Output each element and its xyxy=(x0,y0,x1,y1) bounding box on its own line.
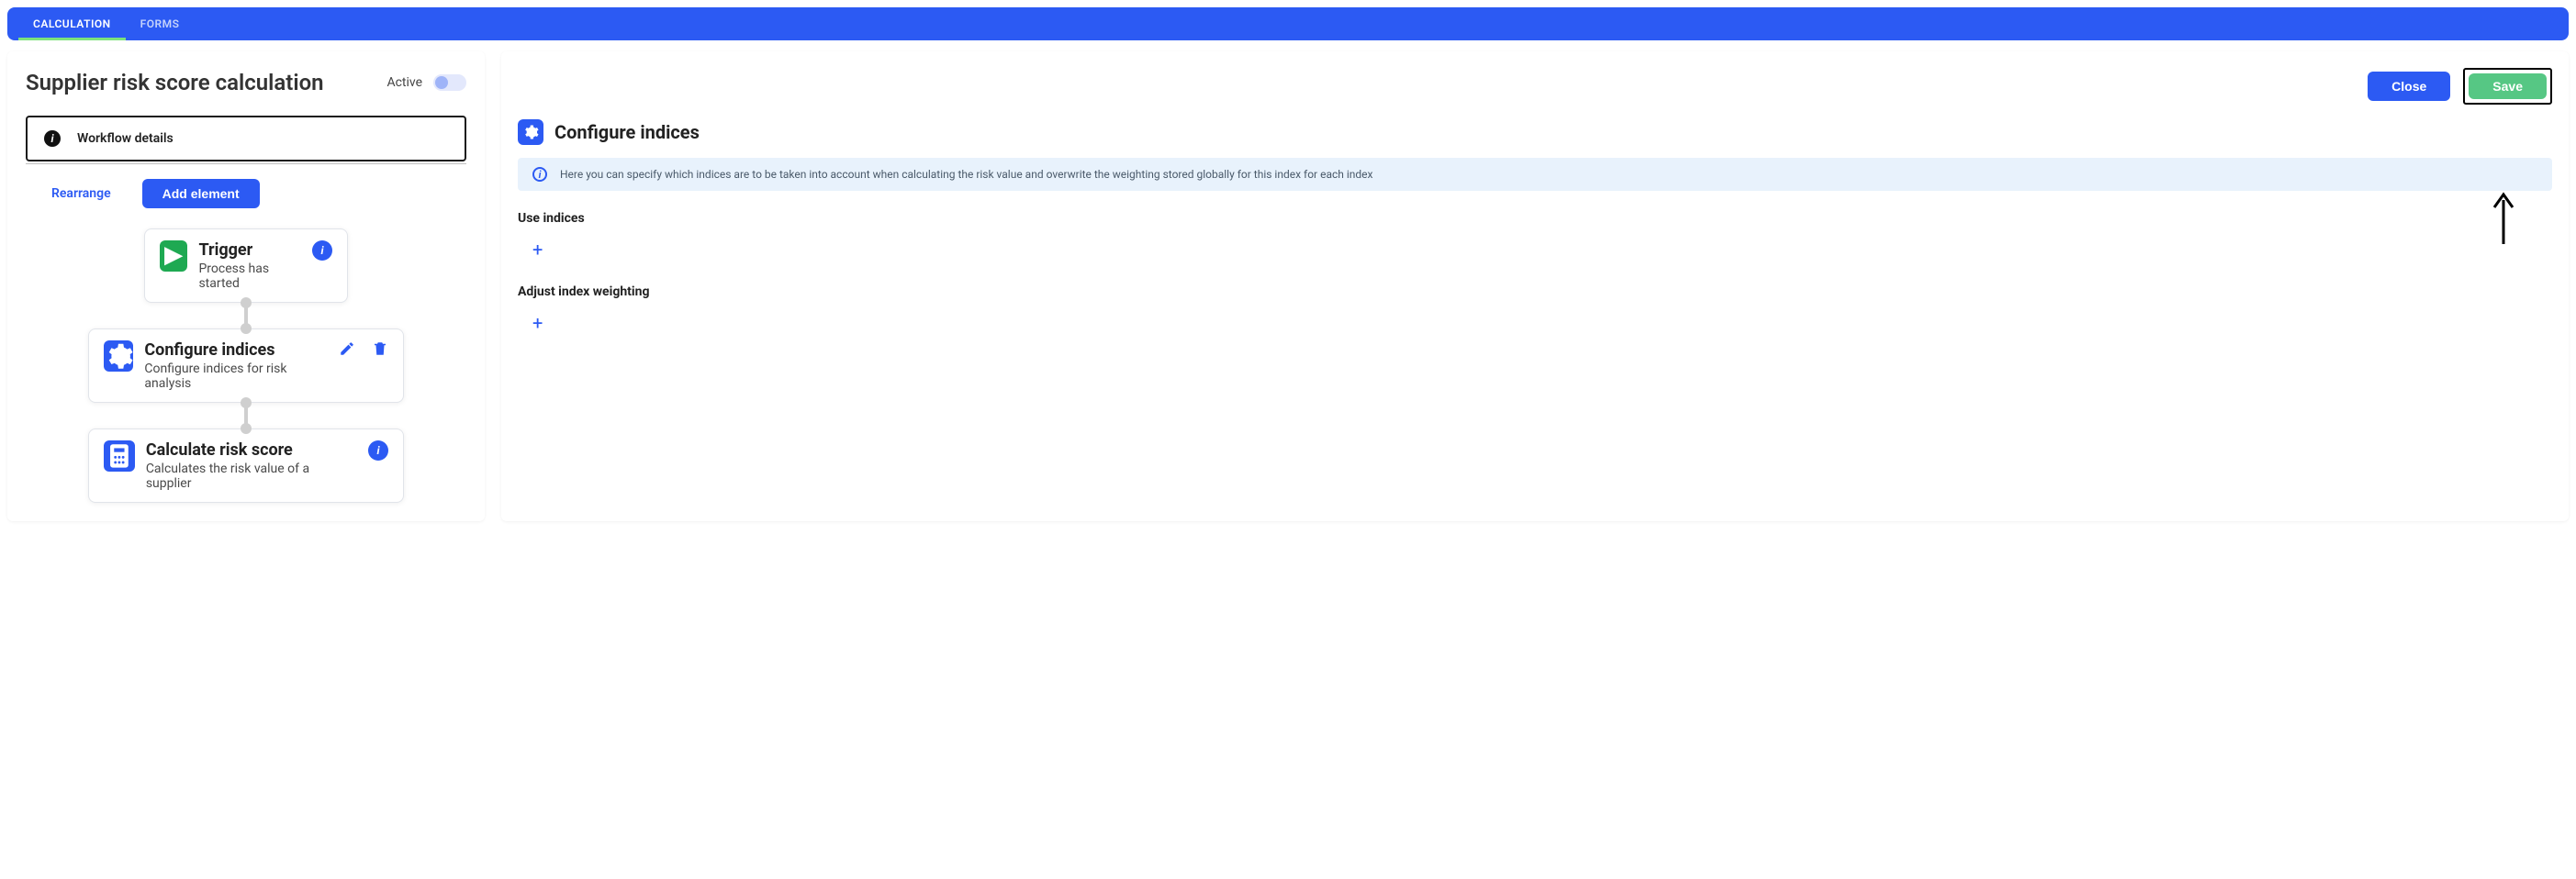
info-icon: i xyxy=(44,130,61,147)
connector xyxy=(244,303,248,328)
workflow-details-divider xyxy=(26,163,466,164)
workflow-node-trigger[interactable]: Trigger Process has started i xyxy=(144,228,348,303)
workflow-node-configure-indices[interactable]: Configure indices Configure indices for … xyxy=(88,328,404,403)
gear-icon xyxy=(518,119,543,145)
trigger-subtitle: Process has started xyxy=(198,261,301,291)
use-indices-label: Use indices xyxy=(518,211,2552,226)
rearrange-button[interactable]: Rearrange xyxy=(51,186,111,201)
edit-icon[interactable] xyxy=(339,340,355,357)
save-button[interactable]: Save xyxy=(2469,73,2547,99)
calculator-icon xyxy=(104,440,135,472)
section-title: Configure indices xyxy=(554,121,700,143)
active-label: Active xyxy=(386,75,422,90)
configure-panel: Close Save Configure indices xyxy=(501,51,2569,521)
top-nav-bar: CALCULATION FORMS xyxy=(7,7,2569,40)
tab-calculation-label: CALCULATION xyxy=(33,17,111,30)
workflow-node-calculate-risk-score[interactable]: Calculate risk score Calculates the risk… xyxy=(88,428,404,503)
configure-subtitle: Configure indices for risk analysis xyxy=(144,362,328,391)
connector xyxy=(244,403,248,428)
delete-icon[interactable] xyxy=(372,340,388,357)
workflow-panel: Supplier risk score calculation Active i… xyxy=(7,51,485,521)
add-element-label: Add element xyxy=(162,186,240,201)
info-icon[interactable]: i xyxy=(368,440,388,461)
play-icon xyxy=(160,240,187,272)
tab-calculation[interactable]: CALCULATION xyxy=(18,7,126,40)
add-weighting-button[interactable]: + xyxy=(518,299,543,338)
gear-icon xyxy=(104,340,133,372)
trigger-title: Trigger xyxy=(198,240,301,260)
workflow-details-label: Workflow details xyxy=(77,131,174,146)
calculate-subtitle: Calculates the risk value of a supplier xyxy=(146,462,357,491)
toggle-knob xyxy=(435,76,448,89)
calculate-title: Calculate risk score xyxy=(146,440,357,460)
info-icon[interactable]: i xyxy=(312,240,332,261)
save-highlight: Save xyxy=(2463,68,2552,105)
page-title: Supplier risk score calculation xyxy=(26,70,324,95)
add-index-button[interactable]: + xyxy=(518,226,543,264)
active-toggle[interactable] xyxy=(433,74,466,91)
add-element-button[interactable]: Add element xyxy=(142,179,260,208)
tab-forms[interactable]: FORMS xyxy=(126,7,195,40)
save-label: Save xyxy=(2492,79,2523,94)
info-icon: i xyxy=(532,167,547,182)
workflow-diagram: Trigger Process has started i Configure … xyxy=(26,228,466,503)
rearrange-label: Rearrange xyxy=(51,186,111,201)
configure-title: Configure indices xyxy=(144,340,328,360)
close-button[interactable]: Close xyxy=(2368,72,2450,101)
info-text: Here you can specify which indices are t… xyxy=(560,168,1372,181)
adjust-weighting-label: Adjust index weighting xyxy=(518,284,2552,299)
tab-forms-label: FORMS xyxy=(140,17,180,30)
arrow-annotation xyxy=(2492,191,2515,244)
workflow-details-box[interactable]: i Workflow details xyxy=(26,116,466,161)
info-banner: i Here you can specify which indices are… xyxy=(518,158,2552,191)
close-label: Close xyxy=(2391,79,2426,94)
